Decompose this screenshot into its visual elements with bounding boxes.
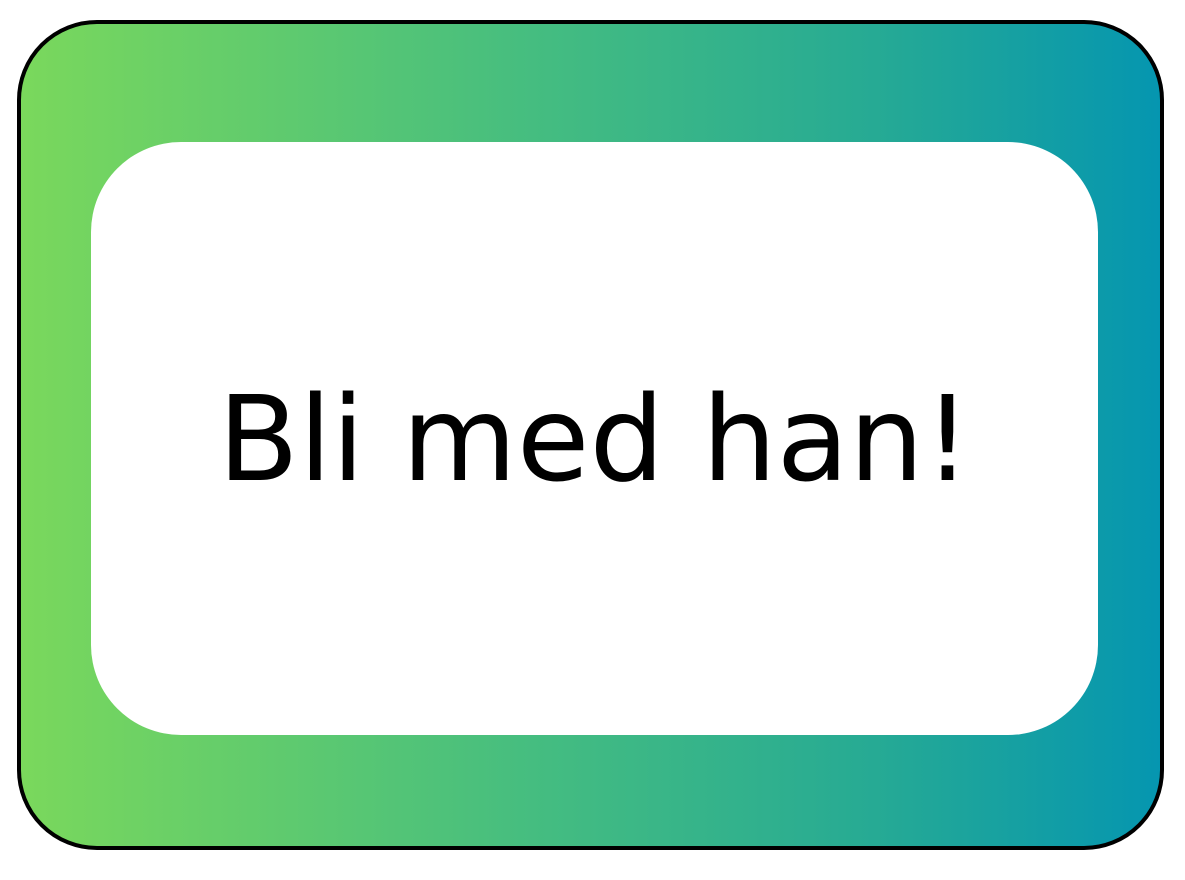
message-text: Bli med han! [217, 369, 972, 508]
message-panel: Bli med han! [91, 142, 1098, 735]
